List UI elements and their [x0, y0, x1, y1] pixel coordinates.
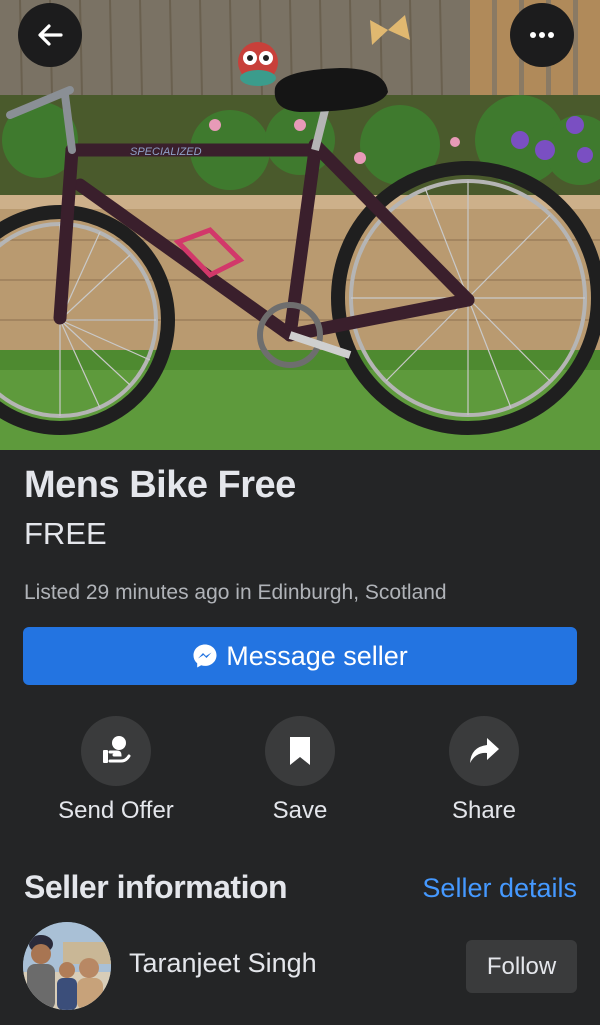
- share-arrow-icon: [470, 738, 499, 763]
- share-label: Share: [451, 797, 517, 824]
- frame-brand-text: SPECIALIZED: [130, 146, 202, 158]
- save-button[interactable]: Save: [200, 716, 400, 825]
- listing-price: FREE: [24, 516, 107, 551]
- send-offer-label: Send Offer: [58, 797, 174, 824]
- seller-avatar[interactable]: [23, 922, 111, 1010]
- seller-information-heading: Seller information: [24, 869, 288, 905]
- share-button[interactable]: Share: [384, 716, 584, 825]
- send-offer-button[interactable]: Send Offer: [16, 716, 216, 825]
- listing-title: Mens Bike Free: [24, 464, 296, 506]
- seller-name[interactable]: Taranjeet Singh: [129, 948, 317, 979]
- listing-meta: Listed 29 minutes ago in Edinburgh, Scot…: [24, 581, 447, 604]
- share-icon-circle: [449, 716, 519, 786]
- message-seller-label: Message seller: [226, 640, 408, 671]
- bike-photo-illustration: SPECIALIZED: [0, 0, 600, 450]
- hand-offer-icon: [103, 736, 131, 763]
- seller-avatar-photo: [23, 922, 111, 1010]
- more-horizontal-icon: [530, 32, 554, 38]
- message-seller-button[interactable]: Message seller: [23, 627, 577, 685]
- send-offer-icon-circle: [81, 716, 151, 786]
- more-options-button[interactable]: [510, 3, 574, 67]
- messenger-icon: [193, 644, 217, 668]
- arrow-left-icon: [38, 24, 63, 46]
- bookmark-icon: [290, 737, 310, 765]
- save-label: Save: [272, 797, 328, 824]
- follow-button[interactable]: Follow: [466, 940, 577, 993]
- back-button[interactable]: [18, 3, 82, 67]
- save-icon-circle: [265, 716, 335, 786]
- listing-photo[interactable]: SPECIALIZED: [0, 0, 600, 450]
- seller-details-link[interactable]: Seller details: [422, 873, 577, 904]
- listing-actions: Send Offer Save Share: [0, 716, 600, 826]
